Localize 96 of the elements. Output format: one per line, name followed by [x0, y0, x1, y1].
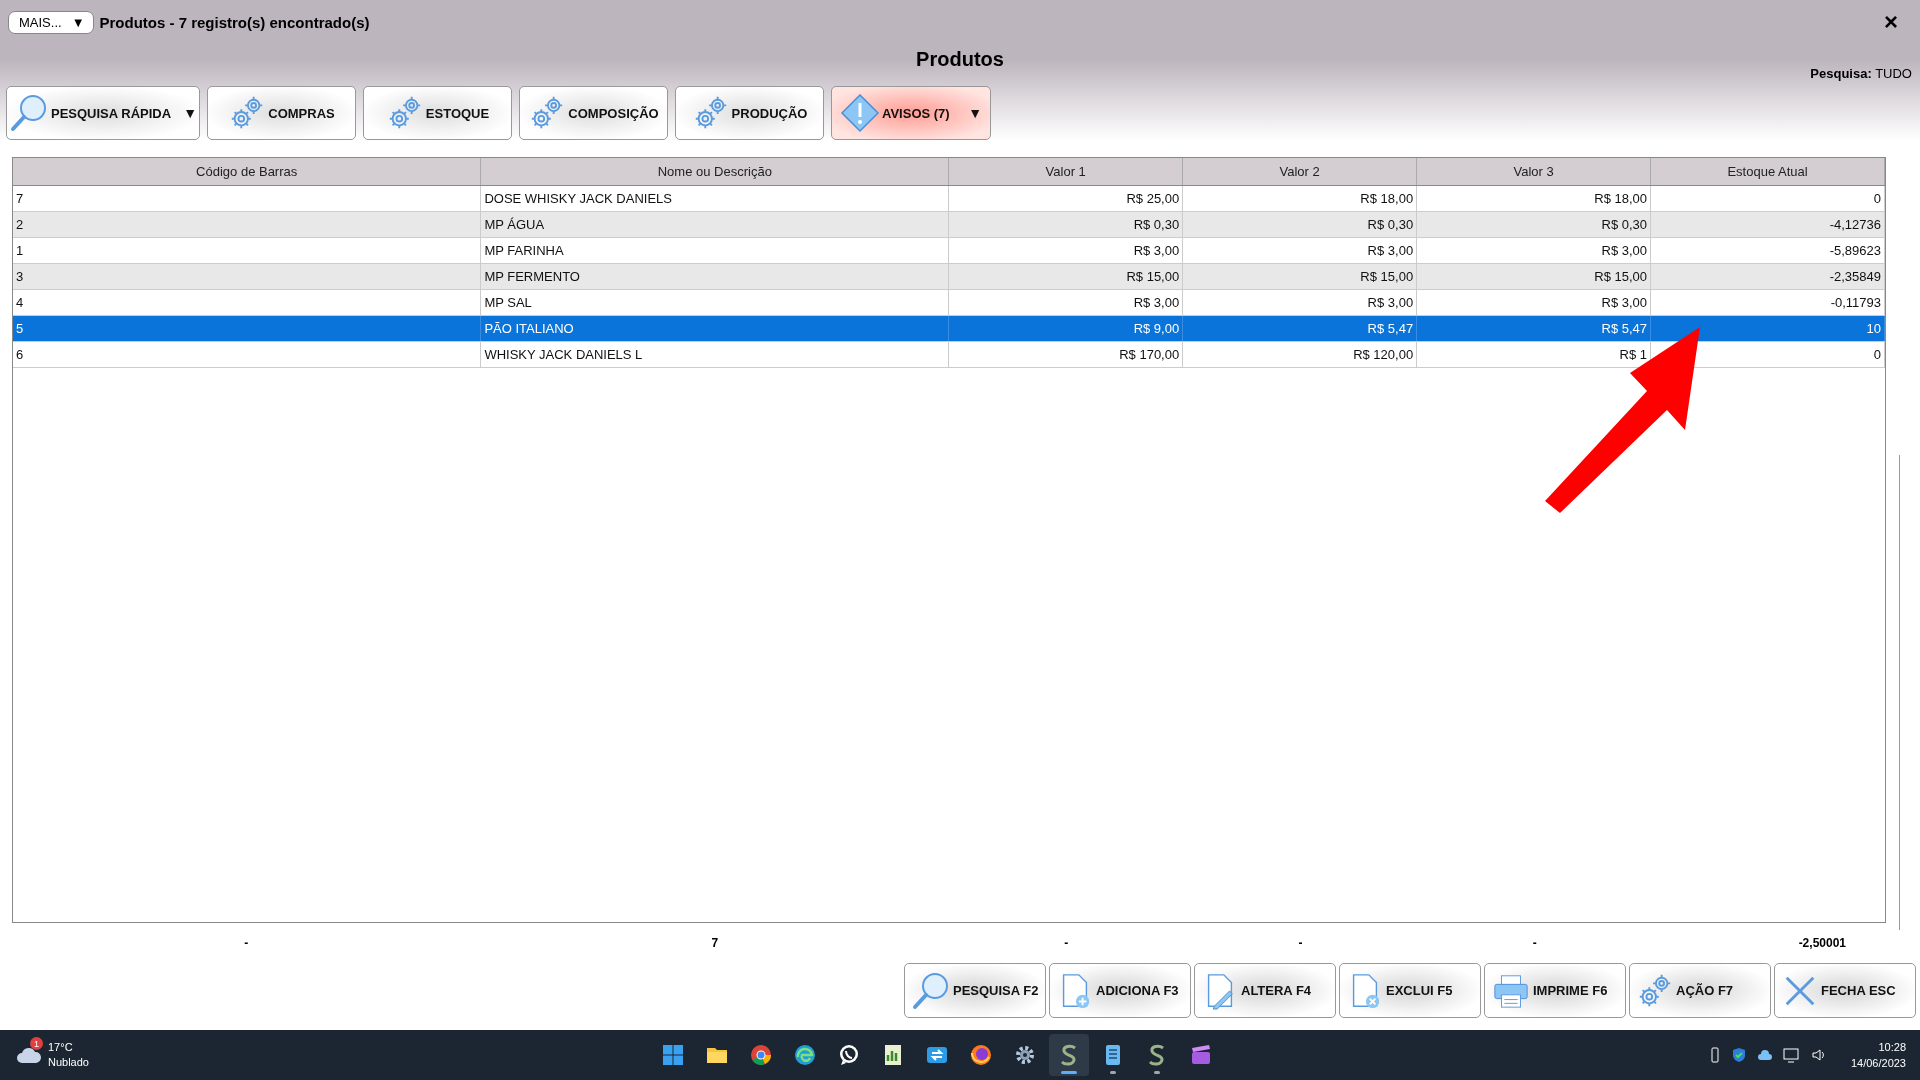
action-button[interactable]: PESQUISA F2 [904, 963, 1046, 1018]
total-value: - [243, 936, 250, 950]
table-cell: R$ 0,30 [1182, 211, 1417, 238]
table-cell: R$ 5,47 [1182, 315, 1417, 342]
action-button[interactable]: ALTERA F4 [1194, 963, 1336, 1018]
windows-icon[interactable] [661, 1043, 686, 1067]
action-button[interactable]: IMPRIME F6 [1484, 963, 1626, 1018]
usb-icon[interactable] [1708, 1047, 1721, 1063]
window-title: Produtos - 7 registro(s) encontrado(s) [99, 13, 371, 31]
close-button[interactable]: × [1870, 10, 1912, 34]
warning-icon [840, 93, 880, 133]
action-button[interactable]: ADICIONA F3 [1049, 963, 1191, 1018]
table-cell: R$ 18,00 [1416, 185, 1651, 212]
table-cell: 6 [13, 341, 481, 368]
running-indicator [1110, 1071, 1117, 1074]
table-cell: MP SAL [480, 289, 949, 316]
shield-icon[interactable] [1730, 1047, 1747, 1063]
table-cell: WHISKY JACK DANIELS L [480, 341, 949, 368]
table-row[interactable]: 3 MP FERMENTO R$ 15,00 R$ 15,00 R$ 15,00 -2,35849 [13, 263, 1885, 290]
column-header[interactable]: Nome ou Descrição [480, 158, 949, 186]
action-button[interactable]: EXCLUI F5 [1339, 963, 1481, 1018]
table-cell: MP FERMENTO [480, 263, 949, 290]
table-cell: R$ 3,00 [948, 289, 1183, 316]
table-cell: MP FARINHA [480, 237, 949, 264]
table-row[interactable]: 4 MP SAL R$ 3,00 R$ 3,00 R$ 3,00 -0,11793 [13, 289, 1885, 316]
table-cell: R$ 15,00 [948, 263, 1183, 290]
weather-condition: Nublado [48, 1055, 89, 1070]
table-cell: R$ 0,30 [1416, 211, 1651, 238]
table-cell: 3 [13, 263, 481, 290]
table-cell: 7 [13, 185, 481, 212]
table-cell: 5 [13, 315, 481, 342]
table-cell: R$ 25,00 [948, 185, 1183, 212]
toolbar-button[interactable]: PRODUÇÃO [675, 86, 824, 140]
column-header[interactable]: Código de Barras [13, 158, 481, 186]
table-cell: R$ 120,00 [1182, 341, 1417, 368]
action-button[interactable]: FECHA ESC [1774, 963, 1916, 1018]
toolbar-button[interactable]: COMPOSIÇÃO [519, 86, 668, 140]
table-cell: R$ 0,30 [948, 211, 1183, 238]
total-value: - [1297, 936, 1304, 950]
table-cell: R$ 3,00 [948, 237, 1183, 264]
table-cell: 2 [13, 211, 481, 238]
total-value: - [1063, 936, 1070, 950]
browser-icon[interactable] [793, 1043, 818, 1067]
temperature: 17°C [48, 1040, 74, 1055]
cloud-icon [16, 1045, 42, 1065]
total-value: - [1531, 936, 1538, 950]
table-cell: -0,11793 [1650, 289, 1885, 316]
toolbar-button[interactable]: COMPRAS [207, 86, 356, 140]
table-cell: 1 [13, 237, 481, 264]
table-cell: R$ 15,00 [1416, 263, 1651, 290]
toolbar-button[interactable]: AVISOS (7) ▼ [831, 86, 991, 140]
browser-icon[interactable] [969, 1043, 994, 1067]
table-cell: R$ 18,00 [1182, 185, 1417, 212]
table-cell: MP ÁGUA [480, 211, 949, 238]
action-button[interactable]: AÇÃO F7 [1629, 963, 1771, 1018]
clock-time[interactable]: 10:28 [1878, 1039, 1906, 1055]
browser-icon[interactable] [749, 1043, 774, 1067]
network-icon[interactable] [1782, 1047, 1801, 1063]
table-cell: R$ 15,00 [1182, 263, 1417, 290]
table-cell: R$ 3,00 [1416, 237, 1651, 264]
column-header[interactable]: Valor 2 [1182, 158, 1417, 186]
clock-date[interactable]: 14/06/2023 [1850, 1055, 1906, 1071]
total-value: 7 [710, 936, 720, 950]
table-cell: DOSE WHISKY JACK DANIELS [480, 185, 949, 212]
table-cell: R$ 3,00 [1182, 237, 1417, 264]
table-row[interactable]: 5 PÃO ITALIANO R$ 9,00 R$ 5,47 R$ 5,47 10 [13, 315, 1885, 342]
speaker-icon[interactable] [1810, 1047, 1827, 1063]
table-cell: PÃO ITALIANO [480, 315, 949, 342]
table-row[interactable]: 2 MP ÁGUA R$ 0,30 R$ 0,30 R$ 0,30 -4,12736 [13, 211, 1885, 238]
toolbar-button[interactable]: PESQUISA RÁPIDA ▼ [6, 86, 200, 140]
column-header[interactable]: Valor 3 [1416, 158, 1651, 186]
toolbar-button[interactable]: ESTOQUE [363, 86, 512, 140]
column-header[interactable]: Estoque Atual [1650, 158, 1885, 186]
search-icon [9, 93, 49, 133]
table-cell: R$ 3,00 [1416, 289, 1651, 316]
running-indicator [1154, 1071, 1161, 1074]
more-dropdown[interactable]: MAIS... ▼ [8, 10, 94, 34]
notification-badge: 1 [30, 1037, 43, 1050]
column-header[interactable]: Valor 1 [948, 158, 1183, 186]
table-cell: -4,12736 [1650, 211, 1885, 238]
search-scope: Pesquisa: TUDO [1810, 66, 1912, 81]
table-row[interactable]: 7 DOSE WHISKY JACK DANIELS R$ 25,00 R$ 18,00 R$ 18,00 0 [13, 185, 1885, 212]
running-indicator [1061, 1071, 1078, 1074]
cloud-icon[interactable] [1756, 1047, 1773, 1063]
table-cell: 0 [1650, 185, 1885, 212]
total-value: -2,50001 [1797, 936, 1847, 950]
table-cell: R$ 5,47 [1416, 315, 1651, 342]
table-cell: -2,35849 [1650, 263, 1885, 290]
page-heading: Produtos [916, 48, 1004, 68]
table-cell: R$ 9,00 [948, 315, 1183, 342]
table-cell: R$ 3,00 [1182, 289, 1417, 316]
table-cell: R$ 170,00 [948, 341, 1183, 368]
table-cell: -5,89623 [1650, 237, 1885, 264]
search-icon [911, 970, 951, 1011]
table-cell: 4 [13, 289, 481, 316]
table-row[interactable]: 1 MP FARINHA R$ 3,00 R$ 3,00 R$ 3,00 -5,89623 [13, 237, 1885, 264]
